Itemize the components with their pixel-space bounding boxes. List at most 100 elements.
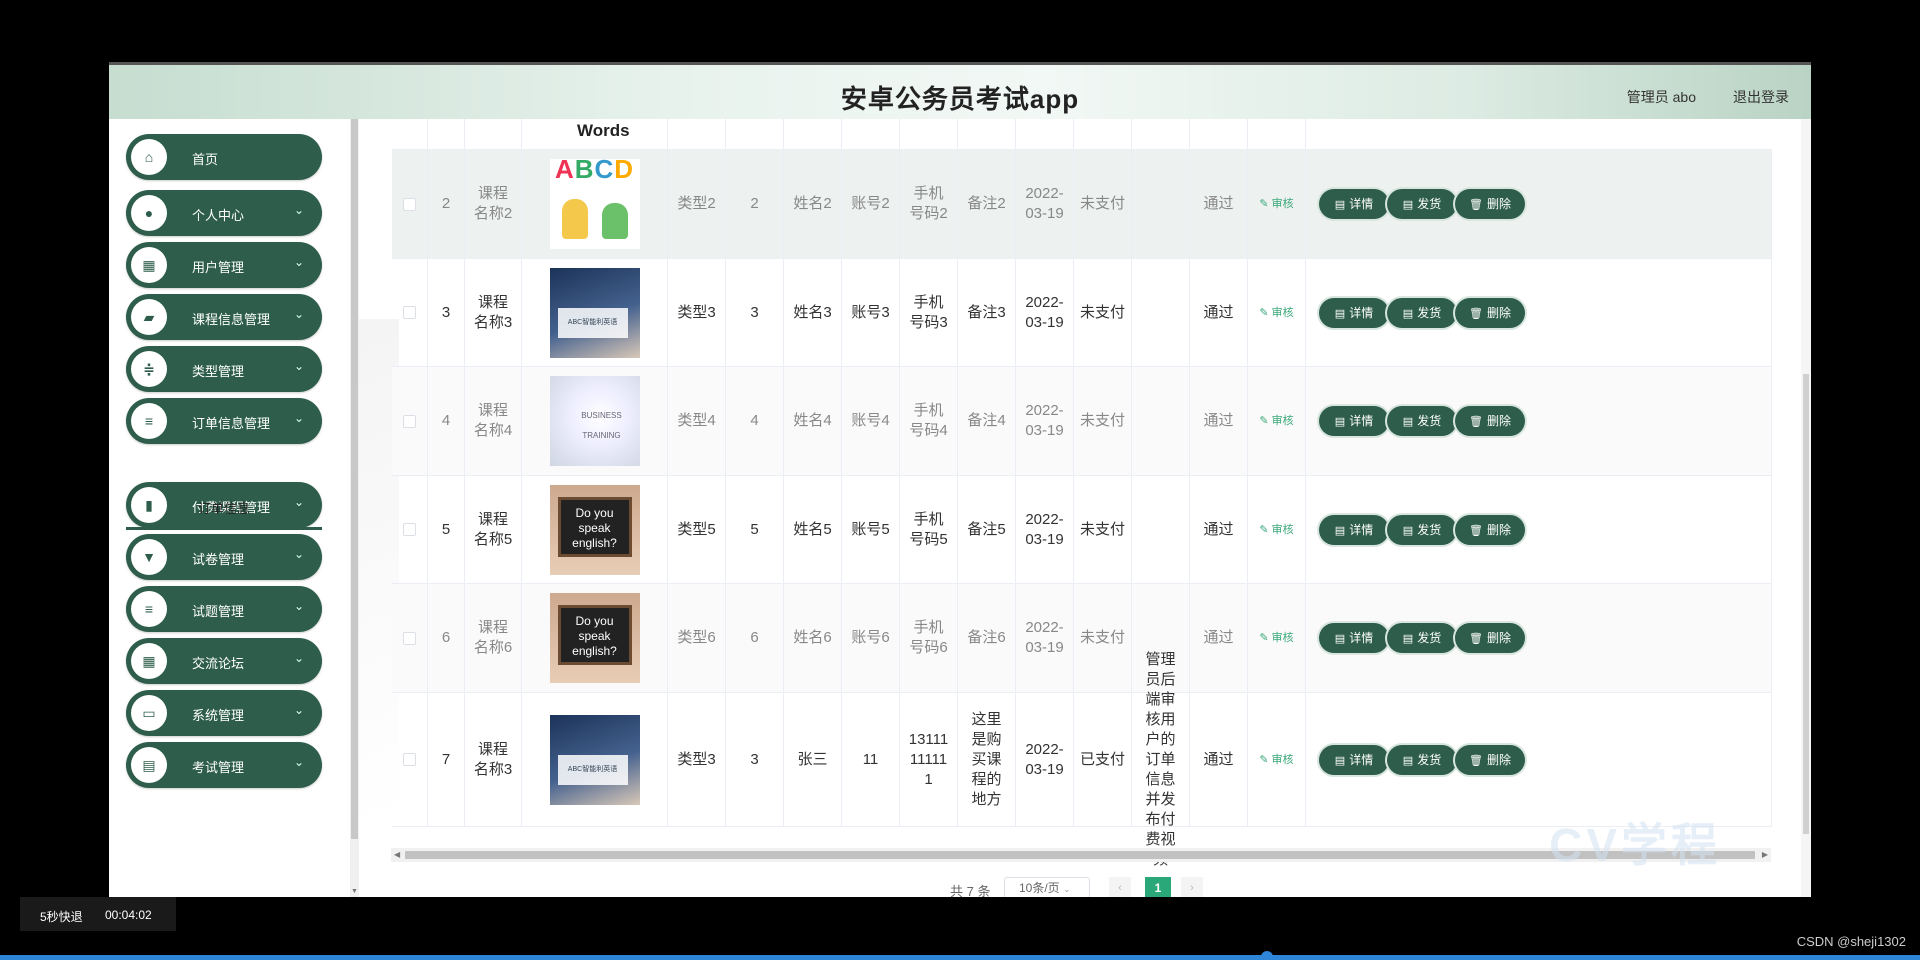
delete-button-label: 删除	[1486, 522, 1511, 537]
page-vertical-scrollbar[interactable]	[1801, 119, 1811, 897]
rewind-button[interactable]: 5秒快退	[40, 908, 83, 925]
logout-link[interactable]: 退出登录	[1733, 87, 1789, 107]
cell-account-text: 账号5	[851, 520, 890, 538]
app-title: 安卓公务员考试app	[840, 84, 1080, 114]
prev-page-button[interactable]: ‹	[1109, 877, 1131, 897]
video-progress-bar[interactable]	[0, 951, 1920, 960]
detail-button[interactable]: ▤ 详情	[1319, 189, 1389, 219]
course-image-cell: Do you speak english?	[522, 584, 668, 692]
ship-button[interactable]: ▤ 发货	[1387, 623, 1457, 653]
cell-course-text: 课程名称3	[473, 740, 513, 778]
ship-button[interactable]: ▤ 发货	[1387, 514, 1457, 545]
ship-button[interactable]: ▤ 发货	[1387, 744, 1457, 775]
app-window: 安卓公务员考试app 管理员 abo 退出登录 ▼ ⌂ 首页 ● 个人中心 ⌄ ▦ 用户管理…	[109, 62, 1811, 897]
detail-button[interactable]: ▤ 详情	[1319, 406, 1389, 436]
sidebar-item-6[interactable]: ≡ 订单信息管理 ⌄	[126, 398, 322, 444]
detail-button[interactable]: ▤ 详情	[1319, 744, 1389, 775]
row-checkbox[interactable]	[403, 523, 416, 536]
document-icon: ▤	[1402, 754, 1414, 767]
audit-link[interactable]: ✎ 审核	[1259, 750, 1293, 770]
audit-link[interactable]: ✎ 审核	[1259, 303, 1293, 323]
detail-button[interactable]: ▤ 详情	[1319, 297, 1389, 328]
sidebar-item-11[interactable]: ▭ 系统管理 ⌄	[126, 690, 322, 736]
cell-idx-text: 3	[441, 303, 451, 321]
cell-type-text: 类型3	[677, 303, 716, 321]
delete-button[interactable]: 🗑 删除	[1455, 189, 1525, 219]
sidebar-scrollbar[interactable]: ▼	[350, 119, 359, 897]
trash-icon: 🗑	[1469, 307, 1483, 320]
cell-idx: 4	[428, 367, 465, 475]
cell-date-text: 2022-03-19	[1025, 293, 1064, 331]
audit-label: 审核	[1271, 753, 1294, 766]
cell-course-text: 课程名称4	[473, 402, 513, 439]
credit-text: CSDN @sheji1302	[1796, 934, 1906, 949]
current-user: 管理员 abo	[1626, 89, 1696, 105]
table-row-partial: Words	[392, 119, 1772, 150]
detail-button-label: 详情	[1349, 305, 1374, 320]
row-checkbox[interactable]	[403, 197, 416, 211]
cell-type: 类型3	[668, 693, 726, 826]
cell-name: 姓名6	[784, 584, 842, 692]
detail-button[interactable]: ▤ 详情	[1319, 623, 1389, 653]
table-row[interactable]: 3 课程名称3 ABC智能利英语 类型3 3 姓名3 账号3 手机号码3 备注3 2022-03-…	[392, 259, 1772, 367]
delete-button[interactable]: 🗑 删除	[1455, 744, 1525, 775]
row-checkbox[interactable]	[403, 631, 416, 645]
cell-name-text: 姓名4	[793, 412, 832, 429]
delete-button-label: 删除	[1486, 414, 1511, 428]
table-row[interactable]: 7 课程名称3 ABC智能利英语 类型3 3 张三 11 13111111111 这里是购买课程…	[392, 651, 1772, 868]
delete-button[interactable]: 🗑 删除	[1455, 297, 1525, 328]
table-row[interactable]: 6 课程名称6 Do you speak english? 类型6 6 姓名6 账号6 手机号…	[392, 584, 1772, 693]
sidebar-item-9[interactable]: ≡ 试题管理 ⌄	[126, 586, 322, 632]
cell-course-text: 课程名称6	[473, 619, 513, 656]
row-checkbox[interactable]	[403, 306, 416, 319]
row-checkbox[interactable]	[403, 414, 416, 428]
sidebar-item-8[interactable]: ▼ 试卷管理 ⌄	[126, 534, 322, 580]
progress-handle[interactable]	[1261, 951, 1273, 960]
cell-type: 类型5	[668, 476, 726, 583]
cell-account-text: 账号6	[851, 629, 890, 646]
doc-icon: ▤	[131, 747, 167, 783]
audit-link[interactable]: ✎ 审核	[1259, 628, 1293, 648]
sidebar-item-10[interactable]: ▦ 交流论坛 ⌄	[126, 638, 322, 684]
audit-link[interactable]: ✎ 审核	[1259, 411, 1293, 431]
delete-button[interactable]: 🗑 删除	[1455, 514, 1525, 545]
cell-note: 备注2	[958, 150, 1016, 258]
chevron-down-icon: ⌄	[293, 547, 304, 561]
ship-button[interactable]: ▤ 发货	[1387, 297, 1457, 328]
sidebar-item-2[interactable]: ● 个人中心 ⌄	[126, 190, 322, 236]
trash-icon: 🗑	[1469, 199, 1483, 211]
sidebar-subitem-order-info[interactable]: 订单信息	[126, 492, 322, 530]
row-checkbox[interactable]	[403, 753, 416, 766]
trash-icon: 🗑	[1469, 754, 1483, 767]
audit-label: 审核	[1271, 523, 1294, 536]
edit-icon: ✎	[1259, 523, 1269, 536]
delete-button[interactable]: 🗑 删除	[1455, 406, 1525, 436]
audit-link[interactable]: ✎ 审核	[1259, 520, 1293, 540]
sidebar-item-4[interactable]: ▰ 课程信息管理 ⌄	[126, 294, 322, 340]
list-icon: ≡	[131, 591, 167, 627]
table-row[interactable]: 5 课程名称5 Do you speak english? 类型5 5 姓名5 账号5 手机号…	[392, 476, 1772, 584]
chevron-down-icon: ⌄	[293, 755, 304, 769]
sidebar-item-1[interactable]: ⌂ 首页	[126, 134, 322, 180]
delete-button[interactable]: 🗑 删除	[1455, 623, 1525, 653]
cell-pay-text: 已支付	[1079, 750, 1125, 768]
page-number-button[interactable]: 1	[1145, 877, 1171, 897]
cell-status: 通过	[1190, 259, 1248, 366]
sidebar-item-12[interactable]: ▤ 考试管理 ⌄	[126, 742, 322, 788]
table-row[interactable]: 2 课程名称2 ABCD 类型2 2 姓名2 账号2 手机号码2 备注2 2022-03-19 未支…	[392, 150, 1772, 259]
cell-date: 2022-03-19	[1016, 584, 1074, 692]
next-page-button[interactable]: ›	[1181, 877, 1203, 897]
ship-button[interactable]: ▤ 发货	[1387, 189, 1457, 219]
cell-phone: 手机号码2	[900, 150, 958, 258]
page-size-select[interactable]: 10条/页 ⌄	[1004, 877, 1090, 897]
sidebar-item-5[interactable]: ≑ 类型管理 ⌄	[126, 346, 322, 392]
sidebar-item-3[interactable]: ▦ 用户管理 ⌄	[126, 242, 322, 288]
sidebar-item-label: 个人中心	[192, 208, 245, 223]
audit-link[interactable]: ✎ 审核	[1259, 194, 1293, 214]
ship-button[interactable]: ▤ 发货	[1387, 406, 1457, 436]
business-caption: BUSINESS TRAINING	[581, 411, 622, 440]
detail-button[interactable]: ▤ 详情	[1319, 514, 1389, 545]
edit-icon: ✎	[1259, 415, 1269, 427]
pin-icon: ▼	[131, 539, 167, 575]
table-row[interactable]: 4 课程名称4 BUSINESS TRAINING 类型4 4 姓名4 账号4 手机号码4 备注…	[392, 367, 1772, 476]
